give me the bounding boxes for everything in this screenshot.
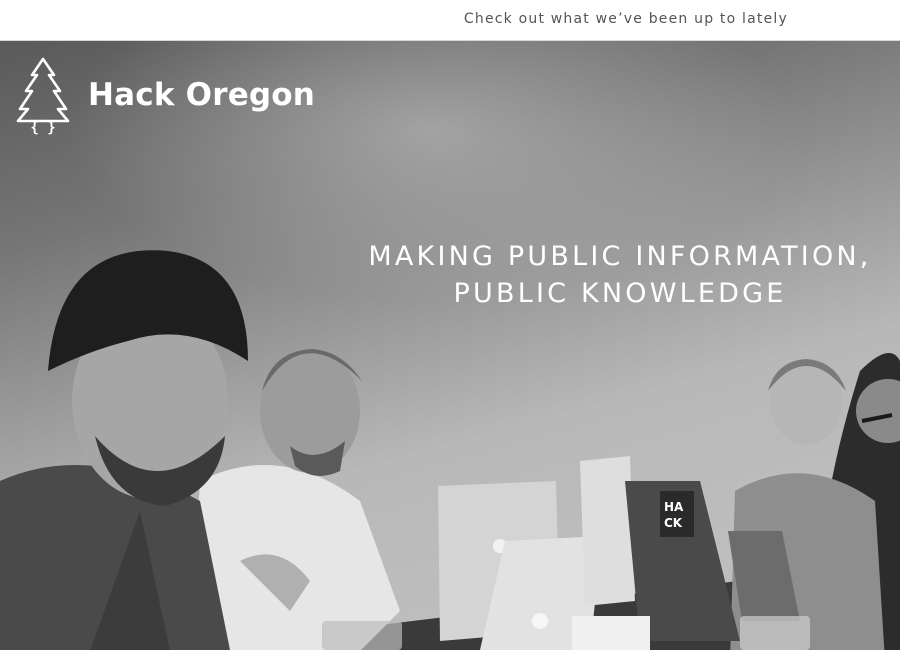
tagline-line-2: PUBLIC KNOWLEDGE [453,278,787,309]
hero-tagline: MAKING PUBLIC INFORMATION, PUBLIC KNOWLE… [300,238,900,312]
svg-text:HA: HA [664,500,684,514]
svg-text:CK: CK [664,516,683,530]
svg-text:{ }: { } [30,120,55,135]
tree-braces-icon: { } [16,57,70,135]
logo[interactable]: { } Hack Oregon [14,55,315,135]
brand-name: Hack Oregon [88,77,316,113]
top-bar: Check out what we’ve been up to lately [0,0,900,41]
hero-section: HA CK { } Hack Oregon MAKING PUBLIC INFO… [0,41,900,650]
recent-activity-link[interactable]: Check out what we’ve been up to lately [464,11,788,27]
tagline-line-1: MAKING PUBLIC INFORMATION, [368,241,872,272]
